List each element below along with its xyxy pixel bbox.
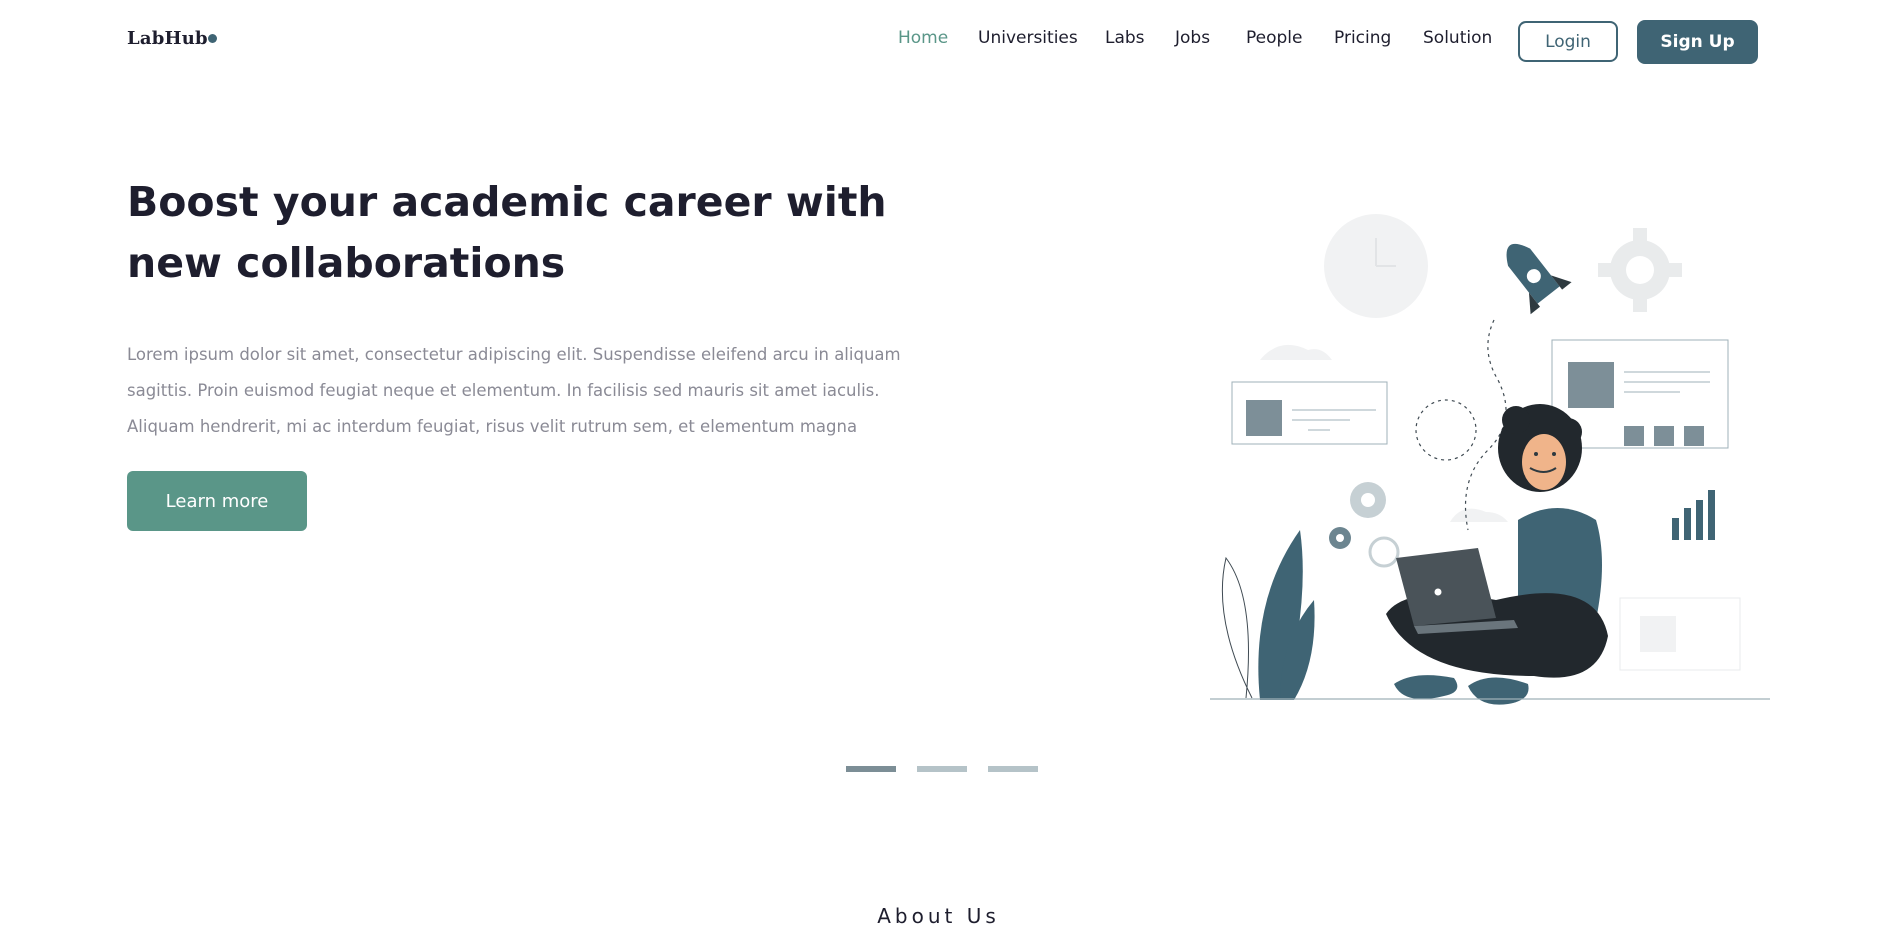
nav-item-home[interactable]: Home	[898, 28, 948, 48]
nav-item-solution[interactable]: Solution	[1423, 28, 1492, 48]
nav-item-jobs[interactable]: Jobs	[1175, 28, 1210, 48]
nav-item-people[interactable]: People	[1246, 28, 1302, 48]
about-heading: About Us	[877, 904, 1000, 928]
signup-button[interactable]: Sign Up	[1637, 20, 1758, 64]
small-gears-icon	[1329, 482, 1400, 568]
bar-chart-icon	[1672, 490, 1715, 540]
carousel-dot-1[interactable]	[846, 766, 896, 772]
carousel-dot-3[interactable]	[988, 766, 1038, 772]
plant-icon	[1221, 530, 1315, 700]
login-button[interactable]: Login	[1518, 21, 1618, 62]
top-navbar: LabHub Home Universities Labs Jobs Peopl…	[0, 0, 1877, 80]
hero-title: Boost your academic career with new coll…	[127, 178, 887, 287]
hero-description: Lorem ipsum dolor sit amet, consectetur …	[127, 345, 901, 436]
gear-icon	[1598, 228, 1682, 312]
document-panel-left	[1231, 381, 1388, 445]
hero-illustration	[1210, 214, 1770, 705]
carousel-dot-2[interactable]	[917, 766, 967, 772]
nav-item-labs[interactable]: Labs	[1105, 28, 1145, 48]
carousel-indicators	[846, 766, 1046, 774]
person-illustration	[1386, 404, 1608, 705]
nav-item-pricing[interactable]: Pricing	[1334, 28, 1391, 48]
nav-item-universities[interactable]: Universities	[978, 28, 1078, 48]
learn-more-button[interactable]: Learn more	[127, 471, 307, 531]
rocket-icon	[1506, 243, 1572, 315]
